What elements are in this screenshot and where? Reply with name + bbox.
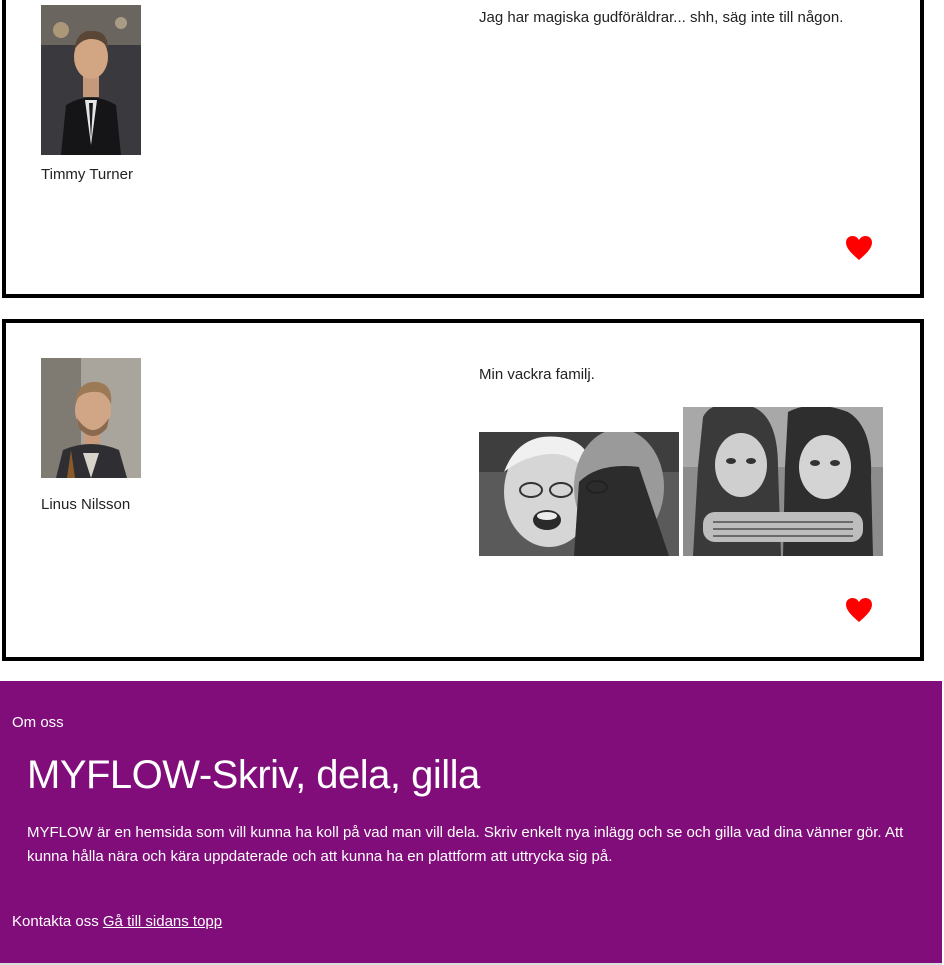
- footer-heading: MYFLOW-Skriv, dela, gilla: [27, 753, 480, 797]
- contact-label[interactable]: Kontakta oss: [12, 913, 99, 930]
- post-text: Jag har magiska gudföräldrar... shh, säg…: [479, 9, 844, 26]
- like-heart-icon[interactable]: [845, 597, 873, 623]
- site-footer: Om oss MYFLOW-Skriv, dela, gilla MYFLOW …: [0, 681, 942, 963]
- footer-description: MYFLOW är en hemsida som vill kunna ha k…: [27, 824, 904, 865]
- like-heart-icon[interactable]: [845, 235, 873, 261]
- about-label: Om oss: [12, 714, 64, 731]
- post-text: Min vackra familj.: [479, 366, 595, 383]
- post-card: Linus Nilsson Min vackra familj.: [2, 319, 924, 661]
- post-card: Timmy Turner Jag har magiska gudföräldra…: [2, 0, 924, 298]
- back-to-top-link[interactable]: Gå till sidans topp: [103, 913, 222, 930]
- author-name[interactable]: Timmy Turner: [41, 166, 133, 183]
- bearded-man-avatar-image: [41, 358, 141, 478]
- author-avatar[interactable]: [41, 358, 141, 478]
- author-name[interactable]: Linus Nilsson: [41, 496, 130, 513]
- contact-row: Kontakta oss Gå till sidans topp: [12, 913, 222, 930]
- twin-girls-photo[interactable]: [683, 407, 883, 556]
- elderly-couple-photo[interactable]: [479, 432, 679, 556]
- man-in-suit-avatar-image: [41, 5, 141, 155]
- author-avatar[interactable]: [41, 5, 141, 155]
